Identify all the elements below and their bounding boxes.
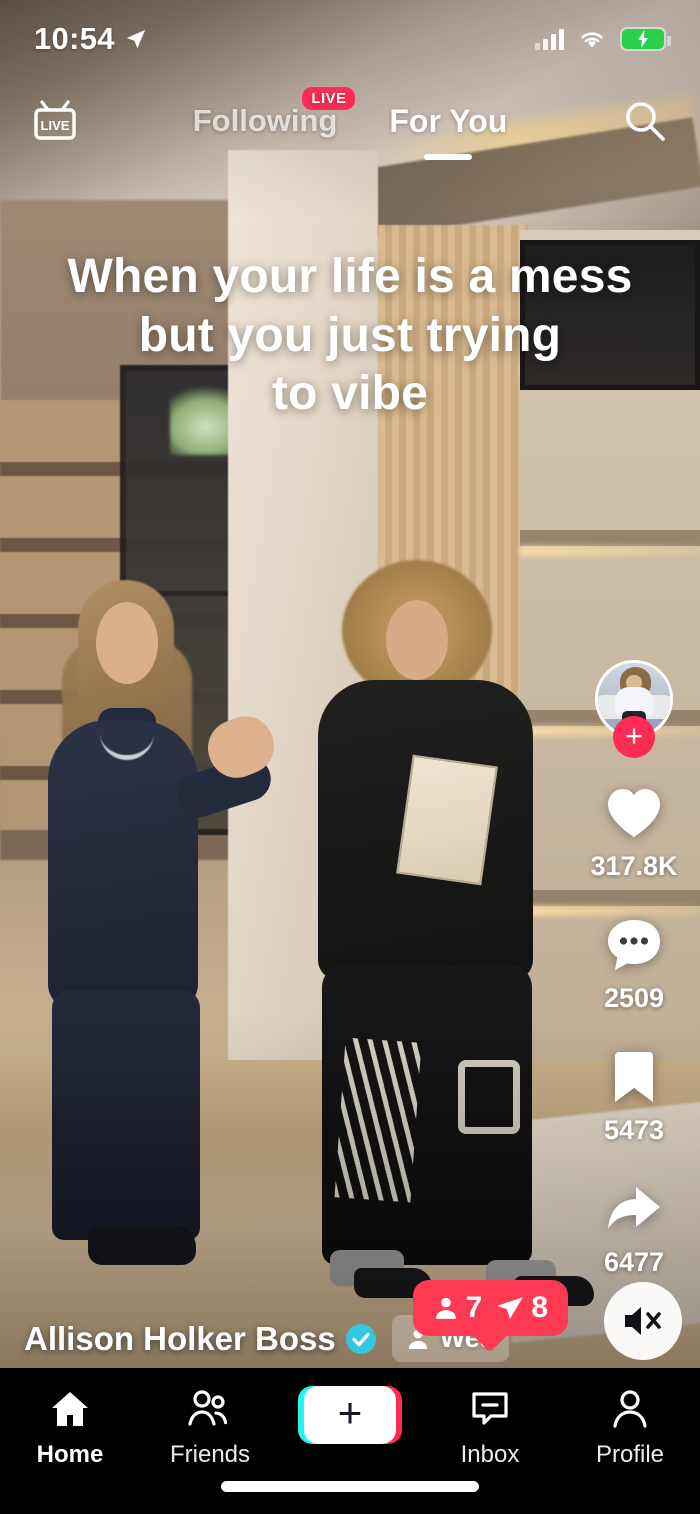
tab-home-label: Home bbox=[36, 1441, 104, 1468]
tab-profile-label: Profile bbox=[595, 1441, 665, 1468]
person-icon bbox=[435, 1297, 456, 1319]
create-plus-icon[interactable]: + bbox=[298, 1386, 402, 1444]
tab-friends[interactable]: Friends bbox=[140, 1386, 280, 1469]
bottom-tab-bar: Home Friends + Inbox Profile bbox=[0, 1368, 700, 1514]
shares-count: 8 bbox=[531, 1291, 548, 1324]
viewers-group: 7 bbox=[433, 1291, 483, 1325]
status-right bbox=[535, 27, 671, 51]
mute-toggle[interactable] bbox=[604, 1282, 682, 1360]
tiktok-app-screen: 10:54 LIVE Following LIVE For You When y… bbox=[0, 0, 700, 1514]
wifi-icon bbox=[581, 31, 603, 47]
inbox-icon bbox=[469, 1386, 511, 1432]
tab-inbox[interactable]: Inbox bbox=[420, 1386, 560, 1469]
comment-button[interactable]: 2509 bbox=[603, 914, 665, 1014]
home-indicator bbox=[221, 1481, 479, 1492]
tab-for-you[interactable]: For You bbox=[389, 102, 508, 160]
speaker-mute-icon bbox=[625, 1307, 661, 1335]
follow-button[interactable]: + bbox=[613, 716, 655, 758]
dancer-right bbox=[300, 560, 600, 1306]
comment-icon bbox=[603, 914, 665, 976]
tab-following[interactable]: Following LIVE bbox=[193, 87, 356, 145]
viewers-count: 7 bbox=[465, 1291, 483, 1324]
shares-group: 8 bbox=[496, 1291, 548, 1325]
video-caption-overlay: When your life is a mess but you just tr… bbox=[0, 248, 700, 424]
tab-home[interactable]: Home bbox=[0, 1386, 140, 1469]
tab-inbox-label: Inbox bbox=[460, 1441, 520, 1468]
share-button[interactable]: 6477 bbox=[603, 1178, 665, 1278]
cellular-signal-icon bbox=[535, 28, 564, 50]
dancer-left bbox=[0, 580, 283, 1265]
tab-create[interactable]: + bbox=[280, 1386, 420, 1444]
active-tab-underline bbox=[424, 153, 473, 160]
live-badge: LIVE bbox=[302, 87, 356, 110]
send-icon bbox=[497, 1297, 524, 1319]
heart-icon bbox=[603, 782, 665, 844]
creator-username[interactable]: Allison Holker Boss bbox=[24, 1320, 336, 1358]
comment-count: 2509 bbox=[603, 983, 665, 1013]
bookmark-icon bbox=[603, 1046, 665, 1108]
live-stats-tooltip: 7 8 bbox=[412, 1280, 568, 1336]
profile-icon bbox=[610, 1386, 650, 1432]
creator-avatar[interactable]: + bbox=[595, 660, 673, 758]
search-icon bbox=[626, 102, 665, 141]
home-icon bbox=[49, 1386, 91, 1432]
tab-profile[interactable]: Profile bbox=[560, 1386, 700, 1469]
follow-plus-icon: + bbox=[624, 718, 644, 753]
bookmark-count: 5473 bbox=[603, 1115, 665, 1145]
tab-friends-label: Friends bbox=[169, 1441, 251, 1468]
caption-line-1: When your life is a mess bbox=[67, 250, 633, 303]
like-count: 317.8K bbox=[590, 851, 678, 881]
status-time: 10:54 bbox=[34, 21, 115, 56]
caption-line-3: to vibe bbox=[271, 367, 429, 421]
verified-badge-icon bbox=[345, 1323, 376, 1354]
create-plus-label: + bbox=[337, 1389, 363, 1436]
video-info-bar: Allison Holker Boss Wes bbox=[0, 1315, 700, 1362]
tab-for-you-label: For You bbox=[389, 102, 508, 139]
share-count: 6477 bbox=[603, 1247, 665, 1277]
share-icon bbox=[603, 1178, 665, 1240]
location-arrow-icon bbox=[126, 29, 145, 49]
battery-charging-icon bbox=[620, 27, 671, 51]
caption-line-2: but you just trying bbox=[138, 308, 562, 362]
status-bar: 10:54 bbox=[0, 0, 700, 78]
friends-icon bbox=[187, 1386, 233, 1432]
action-rail: + 317.8K 2509 5473 6477 bbox=[582, 660, 686, 1310]
bookmark-button[interactable]: 5473 bbox=[603, 1046, 665, 1146]
feed-tabs: Following LIVE For You bbox=[0, 86, 700, 162]
status-left: 10:54 bbox=[34, 21, 147, 57]
search-button[interactable] bbox=[616, 92, 674, 150]
top-navigation: LIVE Following LIVE For You bbox=[0, 86, 700, 162]
like-button[interactable]: 317.8K bbox=[590, 782, 678, 882]
